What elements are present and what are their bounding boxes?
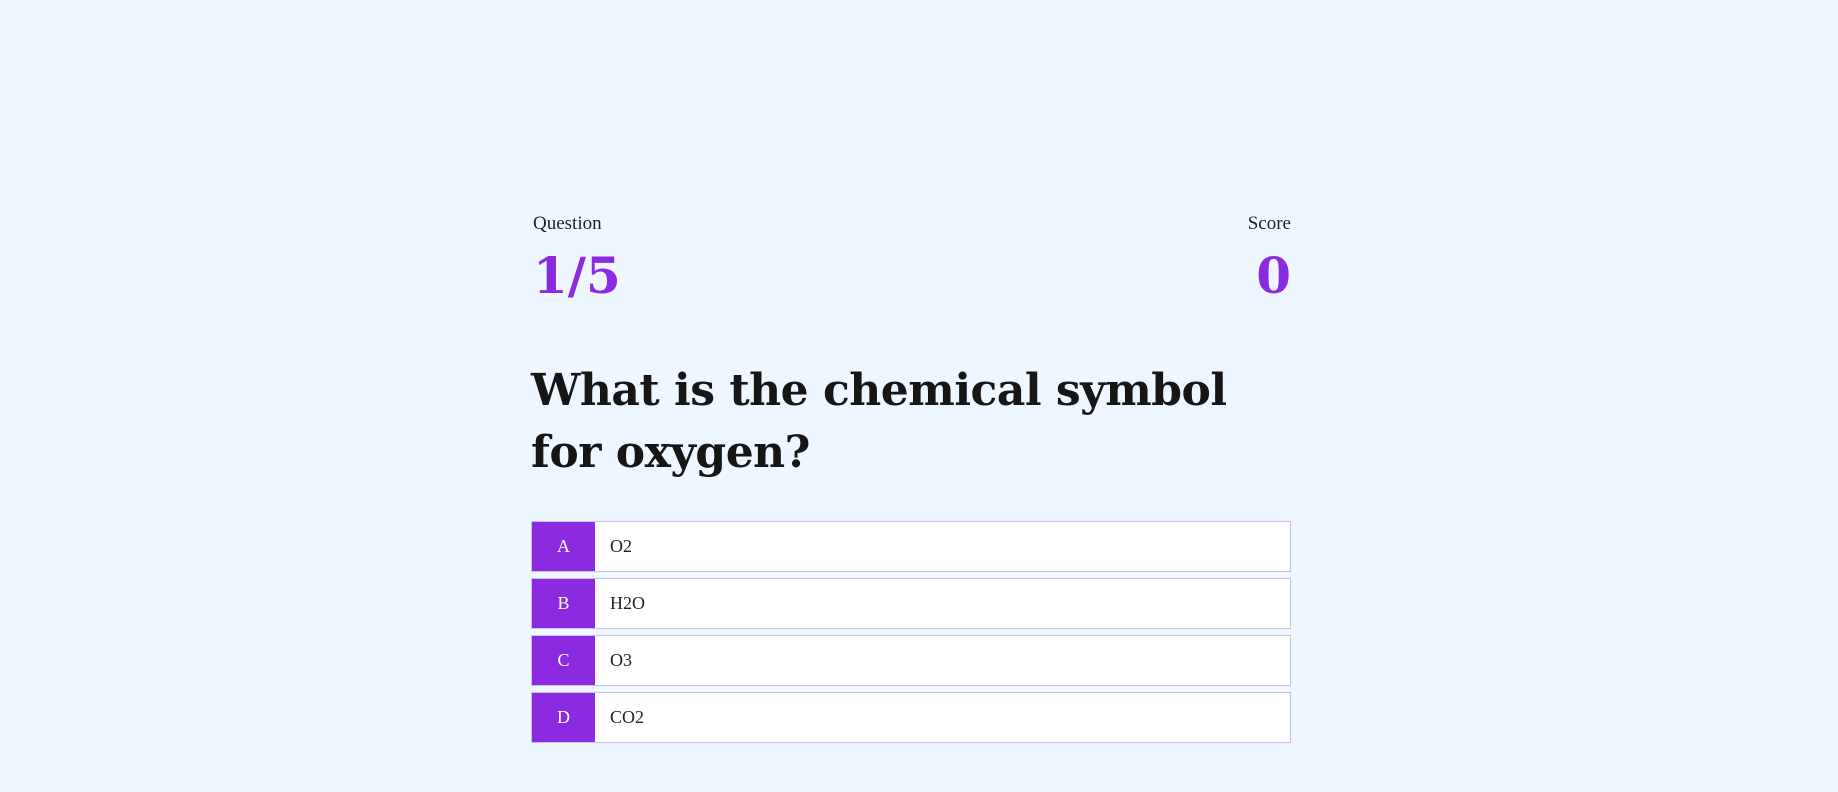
question-label: Question [533, 213, 602, 234]
answer-text: O3 [610, 650, 632, 670]
question-text: What is the chemical symbol for oxygen? [531, 365, 1227, 478]
answer-text: CO2 [610, 707, 645, 727]
answer-letter: D [532, 693, 595, 742]
score-value: 0 [1256, 246, 1291, 305]
answer-option-d[interactable]: D CO2 [531, 692, 1291, 743]
answer-text: H2O [610, 593, 645, 613]
answer-letter: A [532, 522, 595, 571]
answer-list: A O2 B H2O C O3 D CO2 [531, 521, 1291, 749]
answer-option-c[interactable]: C O3 [531, 635, 1291, 686]
answer-text: O2 [610, 536, 632, 556]
answer-letter: C [532, 636, 595, 685]
score-label: Score [1247, 213, 1291, 234]
answer-option-a[interactable]: A O2 [531, 521, 1291, 572]
answer-option-b[interactable]: B H2O [531, 578, 1291, 629]
quiz-container: Question 1/5 Score 0 What is the chemica… [531, 0, 1291, 792]
question-progress: 1/5 [533, 246, 621, 305]
answer-letter: B [532, 579, 595, 628]
